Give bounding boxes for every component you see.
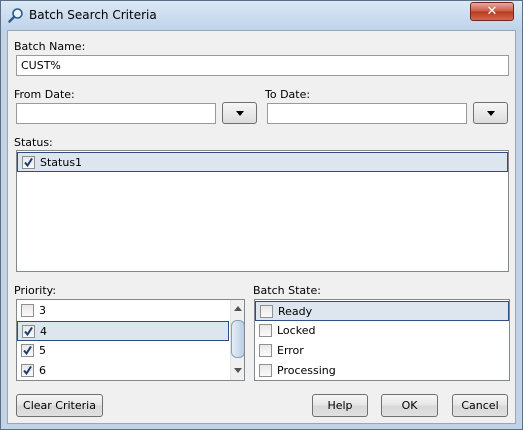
- batch-state-checkbox[interactable]: [259, 364, 272, 377]
- batch-state-item-label: Processing: [277, 364, 336, 377]
- batch-state-checkbox[interactable]: [259, 344, 272, 357]
- priority-item-label: 3: [39, 304, 46, 317]
- batch-state-item-label: Error: [277, 344, 304, 357]
- dialog-client-area: Batch Name: CUST% From Date: To Date: St…: [7, 30, 516, 424]
- priority-checkbox[interactable]: [21, 344, 34, 357]
- priority-item-label: 4: [40, 325, 47, 338]
- batch-name-label: Batch Name:: [14, 40, 86, 53]
- batch-state-list: Ready Locked Error Processing: [254, 299, 510, 381]
- batch-search-criteria-dialog: Batch Search Criteria ✕ Batch Name: CUST…: [0, 0, 523, 430]
- batch-state-list-item[interactable]: Error: [255, 341, 509, 361]
- priority-label: Priority:: [14, 284, 57, 297]
- checkmark-icon: [23, 365, 32, 376]
- batch-state-list-item[interactable]: Ready: [255, 301, 509, 321]
- priority-list: 3 4 5 6: [16, 299, 245, 381]
- priority-list-item[interactable]: 3: [17, 301, 229, 321]
- priority-item-label: 6: [39, 364, 46, 377]
- status-list-item[interactable]: Status1: [17, 152, 508, 172]
- status-item-label: Status1: [40, 156, 83, 169]
- chevron-down-icon: [234, 368, 242, 373]
- scroll-thumb[interactable]: [231, 320, 244, 358]
- batch-state-checkbox[interactable]: [259, 324, 272, 337]
- title-bar[interactable]: Batch Search Criteria ✕: [1, 1, 522, 30]
- scroll-up-button[interactable]: [231, 301, 244, 316]
- batch-name-input[interactable]: CUST%: [16, 55, 509, 76]
- clear-criteria-button[interactable]: Clear Criteria: [16, 394, 103, 417]
- priority-checkbox[interactable]: [21, 364, 34, 377]
- checkmark-icon: [24, 157, 33, 168]
- priority-list-item[interactable]: 6: [17, 361, 229, 380]
- close-button[interactable]: ✕: [470, 2, 514, 21]
- batch-state-item-label: Locked: [277, 324, 316, 337]
- dialog-title: Batch Search Criteria: [29, 8, 157, 22]
- chevron-up-icon: [234, 306, 242, 311]
- priority-list-item[interactable]: 5: [17, 341, 229, 361]
- to-date-dropdown-button[interactable]: [473, 102, 508, 124]
- scroll-down-button[interactable]: [231, 363, 244, 378]
- status-label: Status:: [14, 136, 53, 149]
- help-button[interactable]: Help: [312, 394, 368, 417]
- from-date-input[interactable]: [16, 103, 216, 124]
- checkmark-icon: [24, 326, 33, 337]
- batch-state-checkbox[interactable]: [260, 305, 273, 318]
- from-date-dropdown-button[interactable]: [222, 102, 257, 124]
- priority-list-item[interactable]: 4: [17, 321, 229, 341]
- priority-checkbox[interactable]: [22, 325, 35, 338]
- from-date-label: From Date:: [14, 88, 75, 101]
- batch-state-list-item[interactable]: Locked: [255, 321, 509, 341]
- chevron-down-icon: [236, 111, 244, 116]
- batch-state-label: Batch State:: [253, 284, 321, 297]
- ok-button[interactable]: OK: [381, 394, 438, 417]
- batch-state-list-item[interactable]: Processing: [255, 361, 509, 380]
- status-list: Status1: [16, 150, 509, 272]
- priority-scrollbar[interactable]: [230, 300, 244, 380]
- status-checkbox[interactable]: [22, 156, 35, 169]
- to-date-input[interactable]: [267, 103, 467, 124]
- priority-item-label: 5: [39, 344, 46, 357]
- to-date-label: To Date:: [265, 88, 311, 101]
- batch-state-item-label: Ready: [278, 305, 313, 318]
- checkmark-icon: [23, 345, 32, 356]
- priority-checkbox[interactable]: [21, 304, 34, 317]
- cancel-button[interactable]: Cancel: [452, 394, 508, 417]
- chevron-down-icon: [487, 111, 495, 116]
- magnifier-icon: [8, 8, 23, 23]
- close-icon: ✕: [486, 4, 498, 19]
